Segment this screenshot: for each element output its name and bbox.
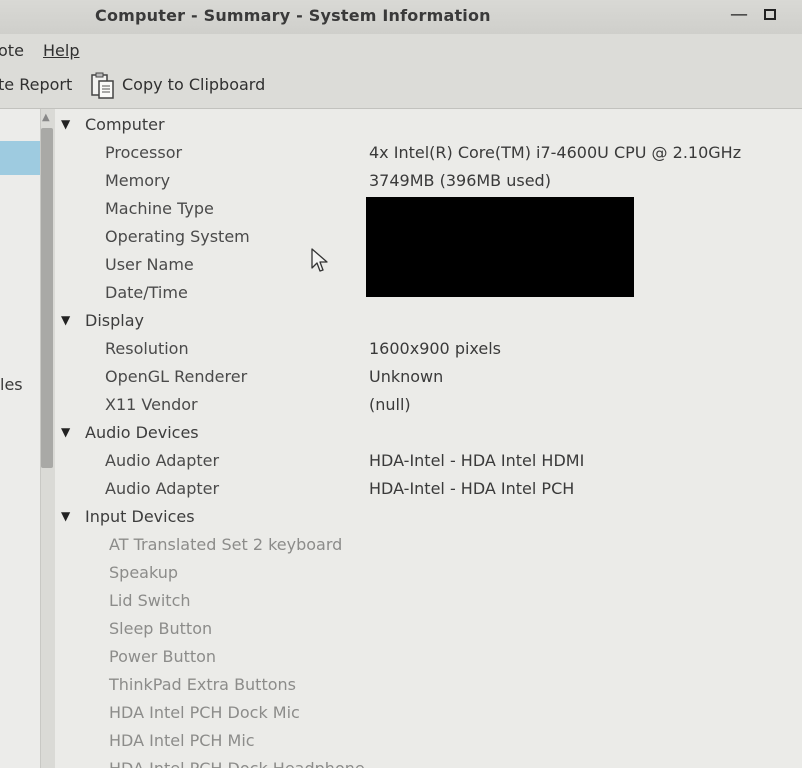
copy-to-clipboard-button[interactable]: Copy to Clipboard	[122, 75, 265, 94]
row-value: HDA-Intel - HDA Intel HDMI	[369, 451, 585, 470]
sidebar-selected-item[interactable]	[0, 141, 40, 175]
section-label: Display	[85, 311, 144, 330]
tree-section-audio-devices[interactable]: ▼ Audio Devices	[55, 420, 802, 448]
table-row[interactable]: Audio Adapter HDA-Intel - HDA Intel PCH	[55, 476, 802, 504]
row-key: Date/Time	[105, 283, 188, 302]
tree-section-display[interactable]: ▼ Display	[55, 308, 802, 336]
row-key: Audio Adapter	[105, 479, 220, 498]
row-key: OpenGL Renderer	[105, 367, 248, 386]
device-name: Power Button	[109, 647, 217, 666]
toolbar: te Report Copy to Clipboard	[0, 66, 802, 109]
table-row[interactable]: Memory 3749MB (396MB used)	[55, 168, 802, 196]
device-name: Lid Switch	[109, 591, 191, 610]
expand-arrow-icon[interactable]: ▼	[61, 313, 70, 327]
table-row[interactable]: X11 Vendor (null)	[55, 392, 802, 420]
sidebar	[0, 109, 40, 768]
tree-section-input-devices[interactable]: ▼ Input Devices	[55, 504, 802, 532]
device-name: HDA Intel PCH Dock Mic	[109, 703, 300, 722]
scroll-up-arrow-icon[interactable]: ▲	[42, 112, 50, 123]
list-item[interactable]: HDA Intel PCH Dock Headphone	[55, 756, 802, 768]
row-key: Memory	[105, 171, 171, 190]
menu-help[interactable]: Help	[43, 41, 79, 60]
section-label: Audio Devices	[85, 423, 199, 442]
device-name: Speakup	[109, 563, 179, 582]
sidebar-item-devices[interactable]: les	[0, 375, 23, 394]
device-name: HDA Intel PCH Dock Headphone	[109, 759, 365, 768]
expand-arrow-icon[interactable]: ▼	[61, 425, 70, 439]
row-value: HDA-Intel - HDA Intel PCH	[369, 479, 575, 498]
row-value: 3749MB (396MB used)	[369, 171, 551, 190]
device-name: HDA Intel PCH Mic	[109, 731, 255, 750]
list-item[interactable]: HDA Intel PCH Dock Mic	[55, 700, 802, 728]
section-label: Input Devices	[85, 507, 195, 526]
list-item[interactable]: Sleep Button	[55, 616, 802, 644]
section-label: Computer	[85, 115, 165, 134]
window-title: Computer - Summary - System Information	[95, 6, 491, 25]
clipboard-icon[interactable]	[90, 72, 116, 100]
redacted-values-block	[366, 197, 634, 297]
row-key: Operating System	[105, 227, 250, 246]
row-value: Unknown	[369, 367, 444, 386]
list-item[interactable]: Power Button	[55, 644, 802, 672]
row-key: Machine Type	[105, 199, 214, 218]
device-name: AT Translated Set 2 keyboard	[109, 535, 343, 554]
expand-arrow-icon[interactable]: ▼	[61, 509, 70, 523]
table-row[interactable]: Audio Adapter HDA-Intel - HDA Intel HDMI	[55, 448, 802, 476]
device-name: Sleep Button	[109, 619, 213, 638]
row-value: (null)	[369, 395, 411, 414]
device-name: ThinkPad Extra Buttons	[109, 675, 296, 694]
row-key: User Name	[105, 255, 194, 274]
table-row[interactable]: Processor 4x Intel(R) Core(TM) i7-4600U …	[55, 140, 802, 168]
row-value: 1600x900 pixels	[369, 339, 502, 358]
table-row[interactable]: Resolution 1600x900 pixels	[55, 336, 802, 364]
list-item[interactable]: AT Translated Set 2 keyboard	[55, 532, 802, 560]
row-key: Resolution	[105, 339, 189, 358]
list-item[interactable]: ThinkPad Extra Buttons	[55, 672, 802, 700]
maximize-button[interactable]	[764, 9, 776, 20]
title-bar: Computer - Summary - System Information …	[0, 0, 802, 35]
minimize-button[interactable]: —	[730, 4, 748, 25]
list-item[interactable]: HDA Intel PCH Mic	[55, 728, 802, 756]
menu-bar: ote Help	[0, 34, 802, 66]
table-row[interactable]: OpenGL Renderer Unknown	[55, 364, 802, 392]
expand-arrow-icon[interactable]: ▼	[61, 117, 70, 131]
generate-report-button[interactable]: te Report	[0, 75, 72, 94]
tree-section-computer[interactable]: ▼ Computer	[55, 112, 802, 140]
mouse-pointer-icon	[311, 248, 328, 272]
menu-remote[interactable]: ote	[0, 41, 24, 60]
row-key: Processor	[105, 143, 183, 162]
scrollbar-thumb[interactable]	[41, 128, 53, 468]
row-key: X11 Vendor	[105, 395, 198, 414]
list-item[interactable]: Lid Switch	[55, 588, 802, 616]
row-key: Audio Adapter	[105, 451, 220, 470]
row-value: 4x Intel(R) Core(TM) i7-4600U CPU @ 2.10…	[369, 143, 742, 162]
list-item[interactable]: Speakup	[55, 560, 802, 588]
